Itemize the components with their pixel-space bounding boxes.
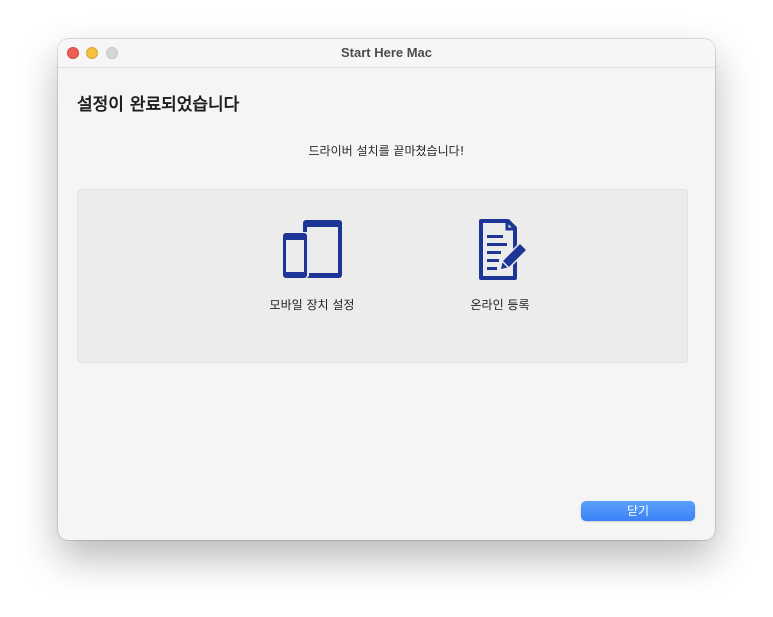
dialog-window: Start Here Mac 설정이 완료되었습니다 드라이버 설치를 끝마쳤습… [58, 39, 715, 540]
mobile-device-setup-label: 모바일 장치 설정 [269, 298, 355, 312]
title-bar[interactable]: Start Here Mac [58, 39, 715, 68]
completion-message: 드라이버 설치를 끝마쳤습니다! [308, 144, 465, 158]
close-button[interactable]: 닫기 [581, 501, 695, 521]
mobile-device-setup-option[interactable]: 모바일 장치 설정 [242, 218, 382, 313]
online-registration-option[interactable]: 온라인 등록 [430, 218, 570, 313]
options-panel: 모바일 장치 설정 온라인 등록 [77, 189, 688, 363]
mobile-devices-icon [281, 220, 342, 278]
online-registration-label: 온라인 등록 [470, 298, 530, 312]
document-edit-icon [479, 219, 529, 280]
page-title: 설정이 완료되었습니다 [77, 95, 240, 115]
window-title: Start Here Mac [340, 45, 433, 60]
